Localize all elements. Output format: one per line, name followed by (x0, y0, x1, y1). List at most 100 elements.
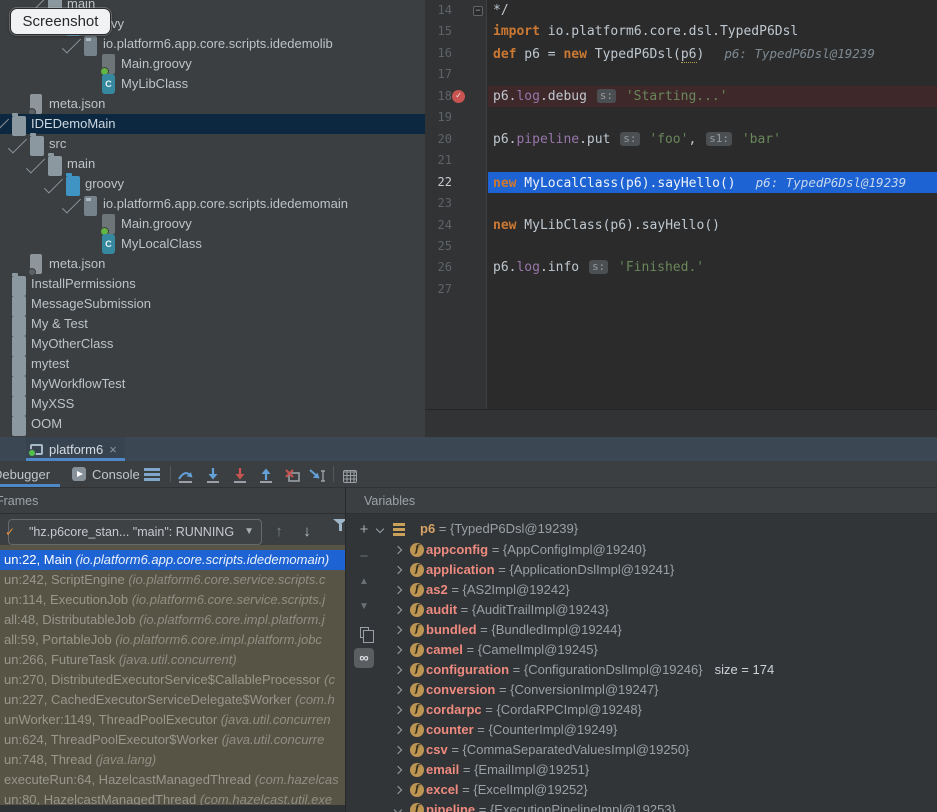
stack-frame-row[interactable]: all:48, DistributableJob (io.platform6.c… (0, 610, 345, 630)
chevron-expanded-icon[interactable] (62, 194, 81, 213)
variable-row-audit[interactable]: audit = {AuditTrailImpl@19243} (346, 600, 937, 620)
evaluate-grid-icon[interactable] (340, 465, 360, 483)
variable-row-application[interactable]: application = {ApplicationDslImpl@19241} (346, 560, 937, 580)
tree-item-mytest[interactable]: mytest (0, 354, 425, 374)
chevron-expanded-icon[interactable] (8, 134, 27, 153)
stack-frame-row[interactable]: un:624, ThreadPoolExecutor$Worker (java.… (0, 730, 345, 750)
frame-up-icon[interactable]: ↑ (268, 519, 290, 545)
variable-row-cordarpc[interactable]: cordarpc = {CordaRPCImpl@19248} (346, 700, 937, 720)
code-line-19[interactable]: 19 (425, 107, 937, 128)
chevron-collapsed-icon[interactable] (394, 686, 402, 694)
chevron-collapsed-icon[interactable] (394, 586, 402, 594)
stack-frame-row[interactable]: un:242, ScriptEngine (io.platform6.core.… (0, 570, 345, 590)
tree-item-io-platform6-app-core-scripts-idedemomain[interactable]: io.platform6.app.core.scripts.idedemomai… (0, 194, 425, 214)
filter-funnel-icon[interactable] (322, 519, 344, 545)
stack-frame-row[interactable]: all:59, PortableJob (io.platform6.core.i… (0, 630, 345, 650)
step-out-icon[interactable] (256, 465, 276, 483)
drop-frame-icon[interactable] (282, 465, 302, 483)
chevron-expanded-icon[interactable] (62, 34, 81, 53)
tool-window-tab-platform6[interactable]: platform6 × (26, 437, 125, 461)
chevron-collapsed-icon[interactable] (394, 746, 402, 754)
code-line-26[interactable]: 26p6.log.info s: 'Finished.' (425, 257, 937, 278)
panel-divider[interactable] (345, 488, 346, 812)
variable-row-counter[interactable]: counter = {CounterImpl@19249} (346, 720, 937, 740)
code-line-17[interactable]: 17 (425, 64, 937, 85)
chevron-collapsed-icon[interactable] (394, 766, 402, 774)
variable-row-p6[interactable]: p6 = {TypedP6Dsl@19239} (346, 519, 937, 539)
tree-item-main-groovy[interactable]: Main.groovy (0, 54, 425, 74)
tree-item-io-platform6-app-core-scripts-idedemolib[interactable]: io.platform6.app.core.scripts.idedemolib (0, 34, 425, 54)
variable-row-conversion[interactable]: conversion = {ConversionImpl@19247} (346, 680, 937, 700)
code-line-16[interactable]: 16def p6 = new TypedP6Dsl(p6)p6: TypedP6… (425, 43, 937, 64)
variable-row-camel[interactable]: camel = {CamelImpl@19245} (346, 640, 937, 660)
stack-frame-row[interactable]: unWorker:1149, ThreadPoolExecutor (java.… (0, 710, 345, 730)
stack-frame-row[interactable]: un:227, CachedExecutorServiceDelegate$Wo… (0, 690, 345, 710)
tab-console[interactable]: Console (72, 461, 140, 487)
chevron-collapsed-icon[interactable] (394, 706, 402, 714)
variable-row-configuration[interactable]: configuration = {ConfigurationDslImpl@19… (346, 660, 937, 680)
tree-item-main-groovy[interactable]: Main.groovy (0, 214, 425, 234)
tree-item-idedemomain[interactable]: IDEDemoMain (0, 114, 425, 134)
stack-frame-row[interactable]: un:114, ExecutionJob (io.platform6.core.… (0, 590, 345, 610)
tree-item-meta-json[interactable]: meta.json (0, 94, 425, 114)
code-editor[interactable]: 14−*/15import io.platform6.core.dsl.Type… (425, 0, 937, 409)
variable-row-appconfig[interactable]: appconfig = {AppConfigImpl@19240} (346, 540, 937, 560)
chevron-collapsed-icon[interactable] (394, 626, 402, 634)
step-over-icon[interactable] (176, 465, 196, 483)
stack-frame-row[interactable]: un:748, Thread (java.lang) (0, 750, 345, 770)
chevron-collapsed-icon[interactable] (394, 546, 402, 554)
tree-item-oom[interactable]: OOM (0, 414, 425, 434)
chevron-expanded-icon[interactable] (0, 114, 9, 133)
tree-item-mylocalclass[interactable]: MyLocalClass (0, 234, 425, 254)
tree-item-my-test[interactable]: My & Test (0, 314, 425, 334)
chevron-collapsed-icon[interactable] (394, 666, 402, 674)
force-step-into-icon[interactable] (230, 465, 250, 483)
variable-row-excel[interactable]: excel = {ExcelImpl@19252} (346, 780, 937, 800)
stack-frame-row[interactable]: un:266, FutureTask (java.util.concurrent… (0, 650, 345, 670)
code-line-18[interactable]: 18✓p6.log.debug s: 'Starting...' (425, 86, 937, 107)
stack-frame-row[interactable]: un:80, HazelcastManagedThread (com.hazel… (0, 790, 345, 805)
tree-item-messagesubmission[interactable]: MessageSubmission (0, 294, 425, 314)
code-line-24[interactable]: 24new MyLibClass(p6).sayHello() (425, 215, 937, 236)
chevron-collapsed-icon[interactable] (394, 726, 402, 734)
frame-down-icon[interactable]: ↓ (296, 519, 318, 545)
step-into-icon[interactable] (203, 465, 223, 483)
chevron-collapsed-icon[interactable] (394, 646, 402, 654)
tree-item-myxss[interactable]: MyXSS (0, 394, 425, 414)
breakpoint-icon[interactable]: ✓ (452, 90, 465, 103)
run-to-cursor-icon[interactable] (308, 465, 328, 483)
tree-item-meta-json[interactable]: meta.json (0, 254, 425, 274)
screenshot-button[interactable]: Screenshot (10, 8, 111, 35)
chevron-expanded-icon[interactable] (26, 154, 45, 173)
tree-item-src[interactable]: src (0, 134, 425, 154)
tree-item-myworkflowtest[interactable]: MyWorkflowTest (0, 374, 425, 394)
chevron-collapsed-icon[interactable] (394, 566, 402, 574)
code-line-27[interactable]: 27 (425, 279, 937, 300)
stack-frame-row[interactable]: un:270, DistributedExecutorService$Calla… (0, 670, 345, 690)
variable-row-as2[interactable]: as2 = {AS2Impl@19242} (346, 580, 937, 600)
code-line-20[interactable]: 20p6.pipeline.put s: 'foo', s1: 'bar' (425, 129, 937, 150)
variable-row-bundled[interactable]: bundled = {BundledImpl@19244} (346, 620, 937, 640)
tree-item-myotherclass[interactable]: MyOtherClass (0, 334, 425, 354)
chevron-collapsed-icon[interactable] (394, 606, 402, 614)
chevron-expanded-icon[interactable] (376, 525, 384, 533)
threads-view-icon[interactable] (144, 461, 160, 487)
variable-row-email[interactable]: email = {EmailImpl@19251} (346, 760, 937, 780)
thread-selector-dropdown[interactable]: "hz.p6core_stan... "main": RUNNING ▼ (8, 519, 262, 545)
variable-row-csv[interactable]: csv = {CommaSeparatedValuesImpl@19250} (346, 740, 937, 760)
tree-item-mylibclass[interactable]: MyLibClass (0, 74, 425, 94)
tree-item-main[interactable]: main (0, 154, 425, 174)
code-line-14[interactable]: 14−*/ (425, 0, 937, 21)
code-line-23[interactable]: 23 (425, 193, 937, 214)
tree-item-groovy[interactable]: groovy (0, 174, 425, 194)
code-line-22[interactable]: 22new MyLocalClass(p6).sayHello()p6: Typ… (425, 172, 937, 193)
code-line-15[interactable]: 15import io.platform6.core.dsl.TypedP6Ds… (425, 21, 937, 42)
fold-region-icon[interactable]: − (473, 6, 483, 16)
tree-item-installpermissions[interactable]: InstallPermissions (0, 274, 425, 294)
close-icon[interactable]: × (109, 443, 117, 456)
variable-row-pipeline[interactable]: pipeline = {ExecutionPipelineImpl@19253} (346, 800, 937, 812)
chevron-expanded-icon[interactable] (394, 806, 402, 812)
stack-frame-row[interactable]: executeRun:64, HazelcastManagedThread (c… (0, 770, 345, 790)
code-line-25[interactable]: 25 (425, 236, 937, 257)
code-line-21[interactable]: 21 (425, 150, 937, 171)
